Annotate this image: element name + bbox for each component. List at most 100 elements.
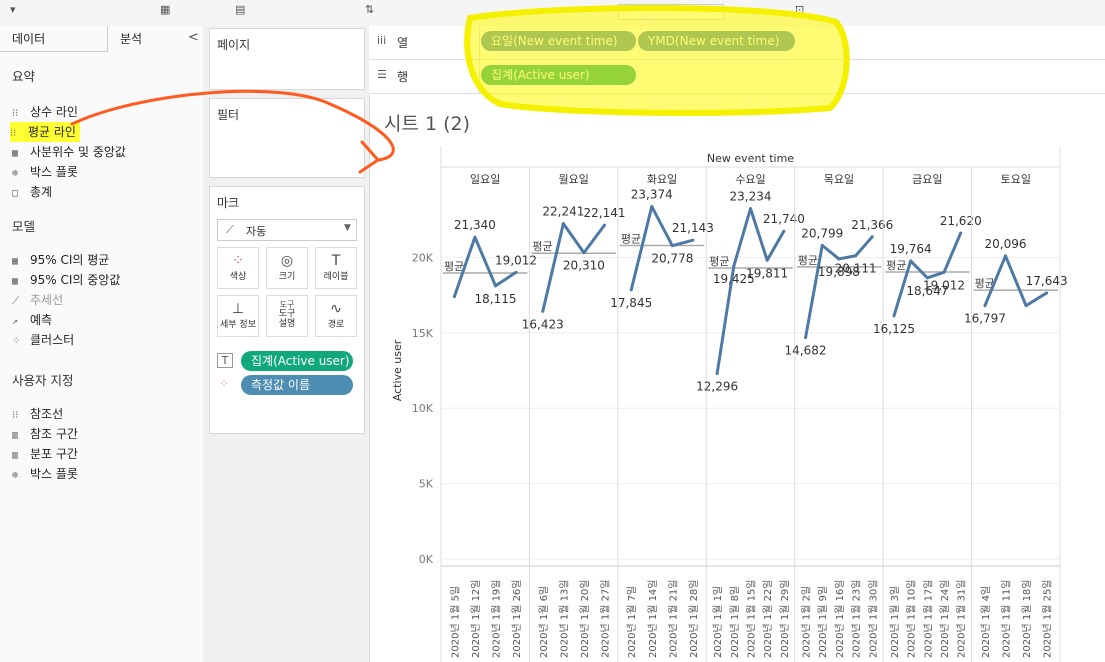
data-point xyxy=(870,235,874,239)
x-tick-label: 2020년 1월 6일 xyxy=(538,586,550,658)
panel-header: 토요일 xyxy=(1001,172,1031,186)
analytics-item-label: 95% CI의 평균 xyxy=(30,253,110,267)
mark-button-5[interactable]: 도구 도구 설명 xyxy=(266,295,308,337)
data-point xyxy=(1004,254,1008,258)
toolbar-icon[interactable]: ▦ xyxy=(160,3,170,16)
data-label: 22,141 xyxy=(583,206,625,220)
series-line xyxy=(804,235,874,338)
data-label: 17,845 xyxy=(610,296,652,310)
data-label: 19,764 xyxy=(890,242,932,256)
average-label: 평균 xyxy=(798,254,818,267)
filters-card[interactable]: 필터 xyxy=(209,98,365,178)
analytics-item[interactable]: ⁘ 클러스터 xyxy=(12,330,74,350)
data-point xyxy=(670,244,674,248)
x-tick-label: 2020년 1월 17일 xyxy=(922,580,934,659)
size-icon: ◎ xyxy=(280,253,294,269)
data-label: 16,125 xyxy=(873,322,915,336)
analytics-item[interactable]: ⁝⁝ 상수 라인 xyxy=(12,102,78,122)
data-point xyxy=(582,251,586,255)
analytics-item[interactable]: ▥ 분포 구간 xyxy=(12,444,78,464)
analytics-item-label: 평균 라인 xyxy=(28,125,76,139)
reference-band-icon: ▥ xyxy=(12,430,19,441)
data-point xyxy=(765,258,769,262)
toolbar-icon[interactable]: ▾ xyxy=(10,3,16,16)
tooltip-icon: 도구 xyxy=(279,300,295,309)
mark-pill[interactable]: 측정값 이름 xyxy=(241,375,353,395)
analytics-item[interactable]: ⁝⁝ 평균 라인 xyxy=(10,122,80,142)
data-point xyxy=(715,372,719,376)
panel-header: 수요일 xyxy=(735,172,765,186)
toolbar-icon[interactable]: ⇅ xyxy=(365,3,374,16)
analytics-item[interactable]: ↗ 예측 xyxy=(12,310,52,330)
x-tick-label: 2020년 1월 16일 xyxy=(834,580,846,659)
mark-button-label: 크기 xyxy=(278,272,296,282)
rows-pill[interactable]: 집계(Active user) xyxy=(481,65,636,85)
average-line-icon: ⁝⁝ xyxy=(10,128,17,139)
data-point xyxy=(804,336,808,340)
panel-header: 월요일 xyxy=(558,172,588,186)
color-icon: ⁘ xyxy=(232,253,244,269)
x-tick-label: 2020년 1월 15일 xyxy=(746,580,758,659)
data-point xyxy=(854,254,858,258)
x-tick-label: 2020년 1월 29일 xyxy=(779,580,791,659)
analytics-item[interactable]: ▥ 참조 구간 xyxy=(12,424,78,444)
x-tick-label: 2020년 1월 24일 xyxy=(939,580,951,659)
rows-shelf: ☰ 행 집계(Active user) xyxy=(369,60,1105,94)
data-label: 23,374 xyxy=(631,188,673,202)
columns-pill[interactable]: 요일(New event time) xyxy=(481,31,636,51)
pages-card[interactable]: 페이지 xyxy=(209,28,365,90)
analytics-item[interactable]: ⟋ 추세선 xyxy=(12,290,63,310)
series-line xyxy=(715,207,786,374)
y-tick-label: 15K xyxy=(412,327,434,340)
data-point xyxy=(650,205,654,209)
analytics-item-label: 총계 xyxy=(30,185,53,199)
analytics-item[interactable]: ▦ 95% CI의 평균 xyxy=(12,250,109,270)
analytics-item[interactable]: ⁝⁝ 참조선 xyxy=(12,404,63,424)
shelf-divider xyxy=(479,60,480,94)
label-icon: T xyxy=(331,253,341,269)
analytics-item[interactable]: □ 총계 xyxy=(12,182,52,202)
tab-data[interactable]: 데이터 xyxy=(0,26,108,52)
x-tick-label: 2020년 1월 1일 xyxy=(712,586,724,658)
panel-header: 목요일 xyxy=(824,172,854,186)
mark-button-6[interactable]: ∿ 경로 xyxy=(315,295,357,337)
average-label: 평균 xyxy=(621,233,641,246)
shelves-column: 페이지 필터 마크 ⟋ 자동 ▼ ⁘ 색상 ◎ 크기 T 레이블 ⊥ 세부 정보 도구 도구 설명… xyxy=(203,26,369,662)
toolbar-icon[interactable]: ⊡ xyxy=(795,3,804,16)
mark-button-3[interactable]: T 레이블 xyxy=(315,247,357,289)
analytics-item-label: 95% CI의 중앙값 xyxy=(30,273,121,287)
analytics-item[interactable]: ▦ 사분위수 및 중앙값 xyxy=(12,142,126,162)
columns-pill[interactable]: YMD(New event time) xyxy=(638,31,795,51)
toolbar-dropdown[interactable] xyxy=(618,4,724,20)
analytics-item[interactable]: ⊕ 박스 플롯 xyxy=(12,162,78,182)
panel-header: 일요일 xyxy=(470,172,500,186)
mark-button-label: 세부 정보 xyxy=(220,320,256,330)
analytics-item[interactable]: ▦ 95% CI의 중앙값 xyxy=(12,270,120,290)
mark-button-4[interactable]: ⊥ 세부 정보 xyxy=(217,295,259,337)
mark-button-1[interactable]: ⁘ 색상 xyxy=(217,247,259,289)
data-point xyxy=(541,309,545,313)
mark-button-label: 레이블 xyxy=(323,272,349,282)
x-tick-label: 2020년 1월 20일 xyxy=(579,580,591,659)
x-tick-label: 2020년 1월 14일 xyxy=(647,580,659,659)
mark-type-value: 자동 xyxy=(246,225,267,238)
y-tick-label: 5K xyxy=(419,478,434,491)
filters-card-title: 필터 xyxy=(217,108,240,122)
data-point xyxy=(493,284,497,288)
ci-median-icon: ▦ xyxy=(12,276,19,287)
distribution-band-icon: ▥ xyxy=(12,450,19,461)
analytics-pane: 데이터 분석 < 요약 ⁝⁝ 상수 라인 ⁝⁝ 평균 라인 ▦ 사분위수 및 중앙값 ⊕ 박스 … xyxy=(0,26,204,662)
rows-shelf-label: 행 xyxy=(397,70,409,84)
mark-button-2[interactable]: ◎ 크기 xyxy=(266,247,308,289)
toolbar-icon[interactable]: ▤ xyxy=(235,3,245,16)
x-tick-label: 2020년 1월 27일 xyxy=(599,580,611,659)
mark-pill[interactable]: 집계(Active user) xyxy=(241,351,353,371)
box-plot-icon: ⊕ xyxy=(12,168,19,179)
mark-type-dropdown[interactable]: ⟋ 자동 ▼ xyxy=(217,219,357,241)
y-axis-title: Active user xyxy=(391,339,404,401)
collapse-chevron-icon[interactable]: < xyxy=(188,30,199,45)
data-label: 21,740 xyxy=(763,212,805,226)
analytics-item[interactable]: ⊕ 박스 플롯 xyxy=(12,464,78,484)
mark-button-label: 경로 xyxy=(327,320,345,330)
series-line xyxy=(629,205,694,291)
